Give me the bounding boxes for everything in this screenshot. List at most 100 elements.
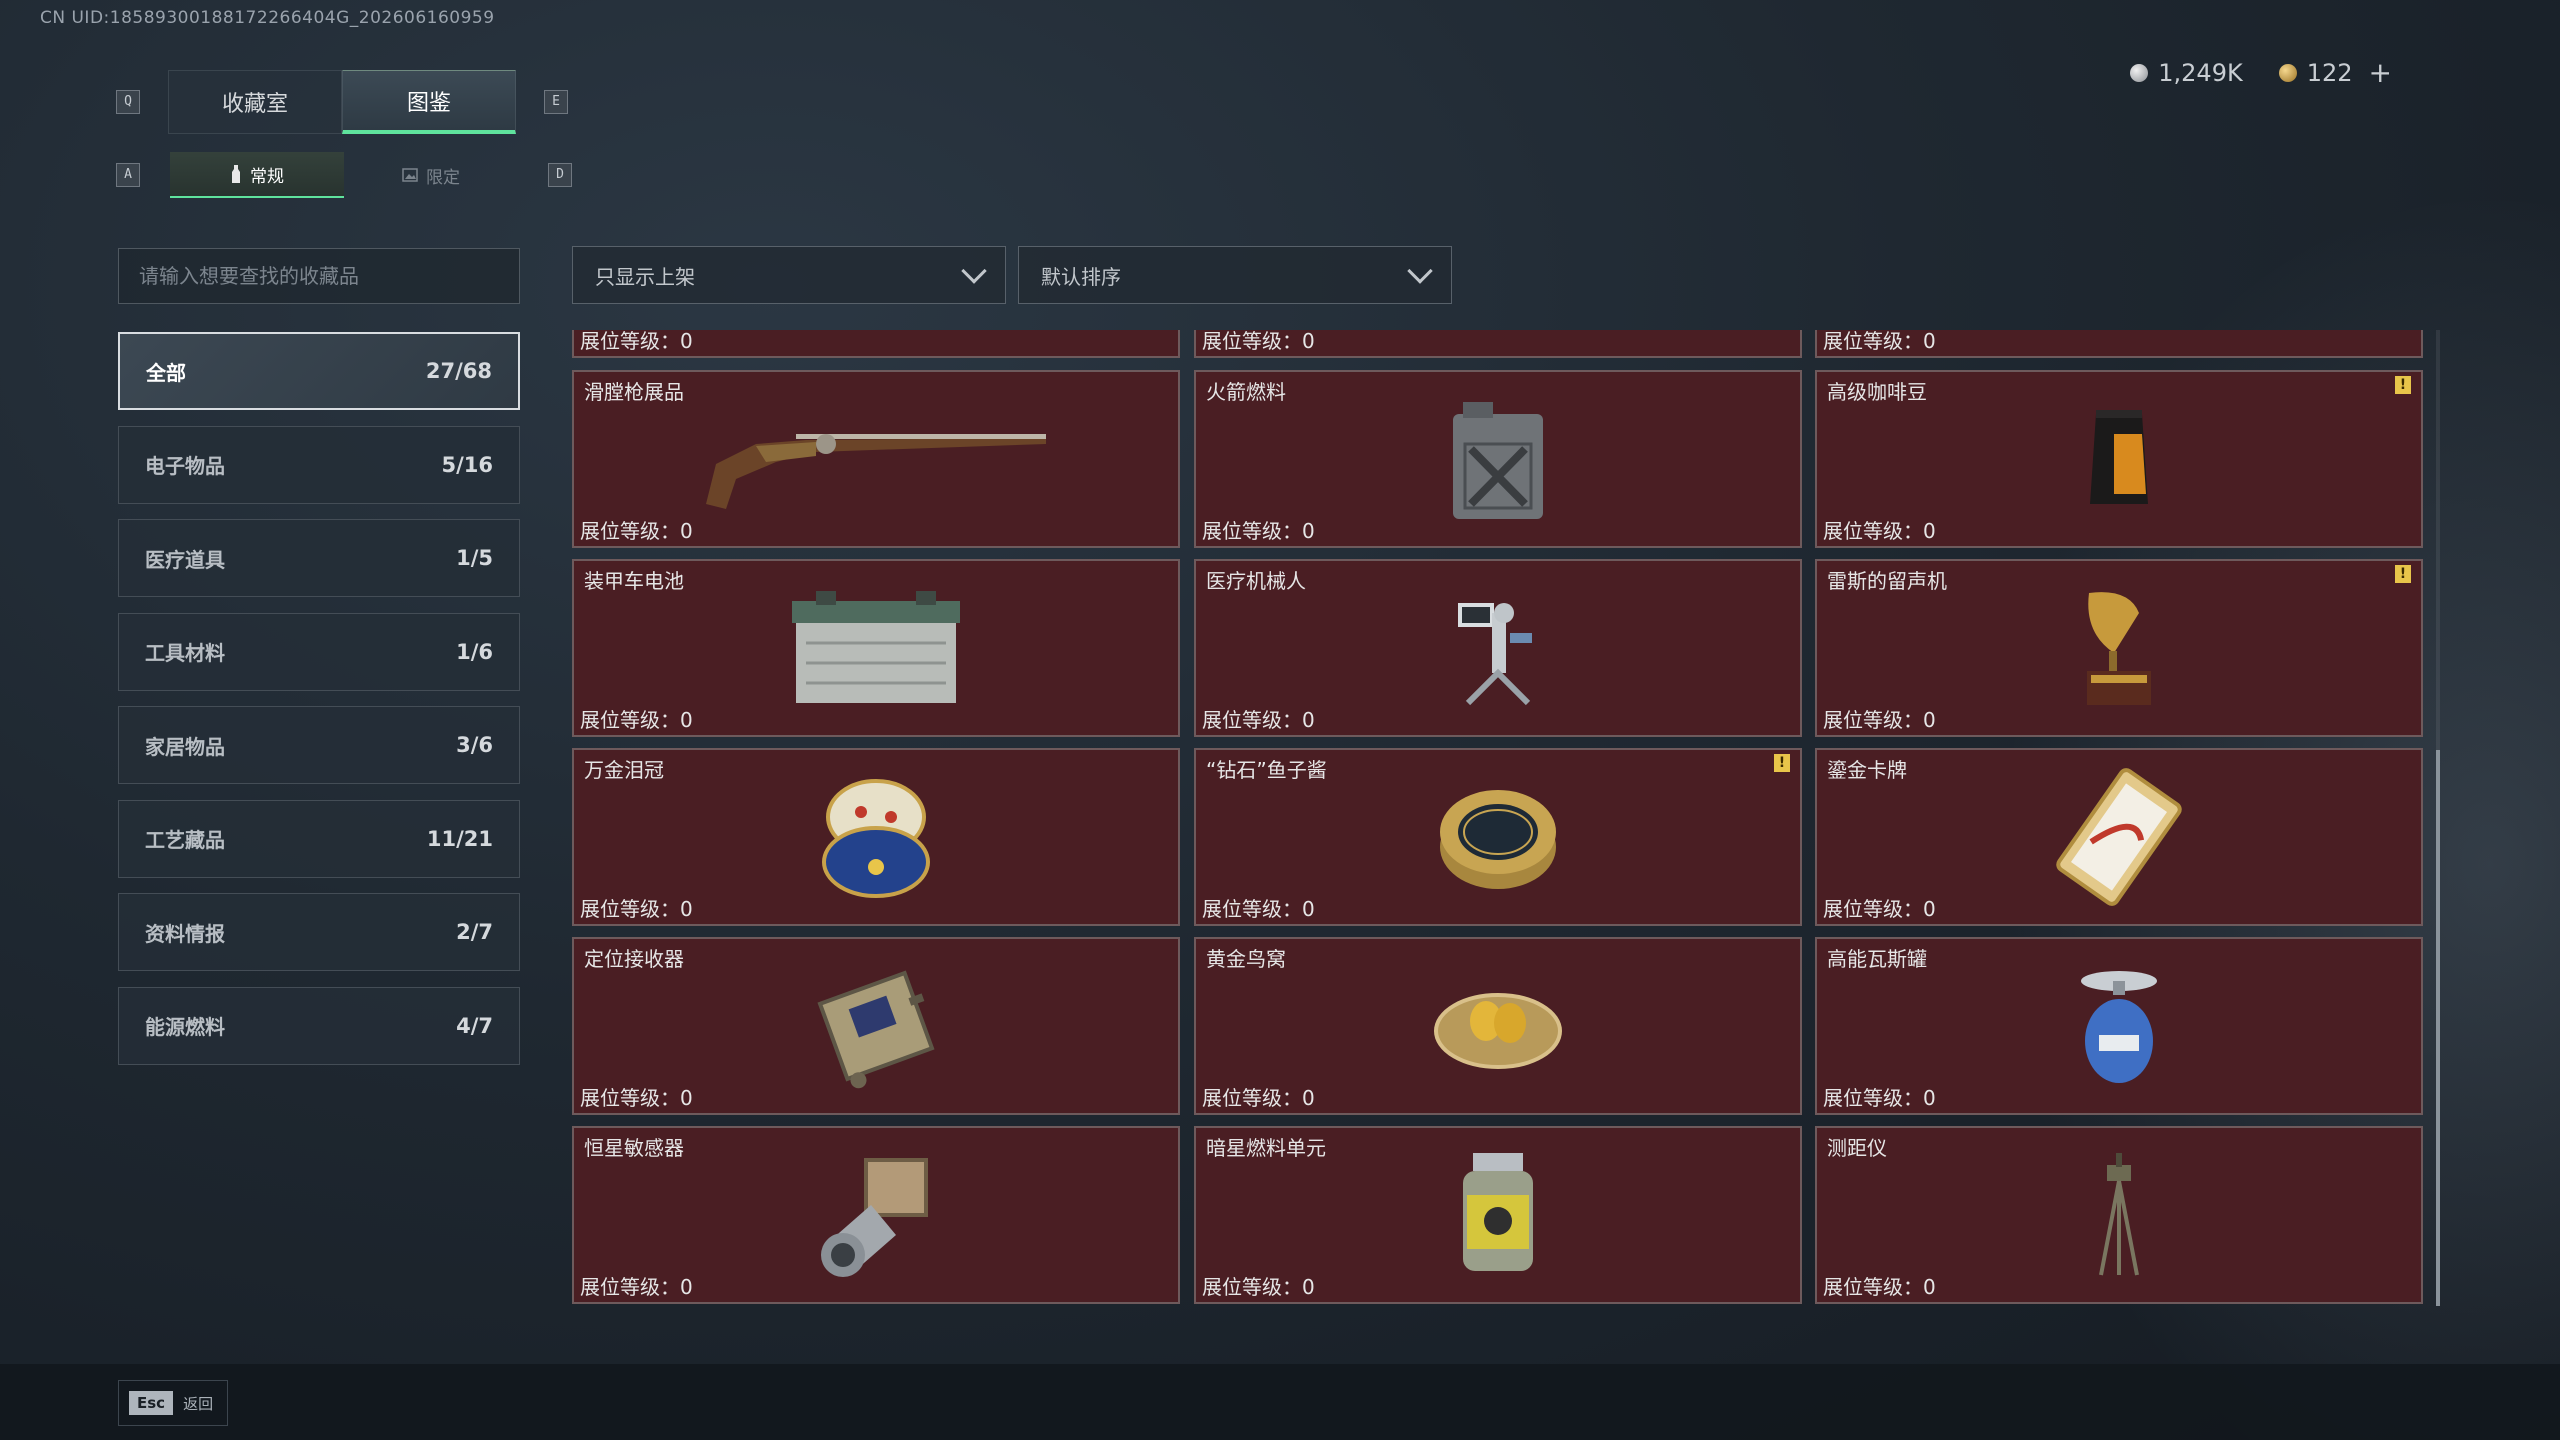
card-level: 展位等级：0 — [580, 330, 693, 353]
collection-card-partial[interactable]: 展位等级：0 — [1194, 330, 1802, 358]
category-energy[interactable]: 能源燃料 4/7 — [118, 986, 520, 1065]
rangefinder-icon — [2099, 1153, 2139, 1276]
card-level: 展位等级：0 — [1202, 519, 1315, 543]
category-count: 11/21 — [426, 826, 493, 851]
category-electronics[interactable]: 电子物品 5/16 — [118, 425, 520, 504]
gramophone-icon — [2087, 592, 2151, 705]
esc-key-hint: Esc — [129, 1391, 174, 1415]
category-label: 全部 — [146, 360, 186, 385]
category-count: 27/68 — [425, 359, 492, 383]
category-crafts[interactable]: 工艺藏品 11/21 — [118, 799, 520, 878]
card-level: 展位等级：0 — [580, 1275, 693, 1299]
card-name: 鎏金卡牌 — [1827, 758, 1907, 782]
card-level: 展位等级：0 — [1823, 897, 1936, 921]
add-currency-button[interactable]: + — [2369, 56, 2392, 89]
collection-card[interactable]: 滑膛枪展品 展位等级：0 — [572, 370, 1180, 548]
card-name: 装甲车电池 — [584, 569, 684, 593]
collection-card[interactable]: 装甲车电池 展位等级：0 — [572, 559, 1180, 737]
category-list: 全部 27/68 电子物品 5/16 医疗道具 1/5 工具材料 1/6 家居物… — [118, 332, 520, 1080]
card-name: 暗星燃料单元 — [1206, 1136, 1326, 1160]
gold-currency[interactable]: 122 + — [2278, 56, 2392, 89]
card-name: 高能瓦斯罐 — [1827, 947, 1927, 971]
golden-nest-icon — [1434, 993, 1562, 1069]
card-level: 展位等级：0 — [1823, 519, 1936, 543]
category-count: 4/7 — [456, 1013, 493, 1038]
category-count: 3/6 — [456, 733, 493, 757]
subtab-regular[interactable]: 常规 — [170, 152, 344, 198]
card-name: 定位接收器 — [584, 947, 684, 971]
category-label: 医疗道具 — [145, 547, 225, 572]
collection-card[interactable]: 雷斯的留声机 ! 展位等级：0 — [1815, 559, 2423, 737]
gold-card-icon — [2056, 768, 2182, 906]
card-name: 万金泪冠 — [584, 758, 664, 782]
collection-card[interactable]: 恒星敏感器 展位等级：0 — [572, 1126, 1180, 1304]
collection-card[interactable]: 万金泪冠 展位等级：0 — [572, 748, 1180, 926]
image-icon — [402, 168, 418, 182]
search-input[interactable] — [118, 248, 520, 304]
back-label: 返回 — [183, 1394, 214, 1413]
collection-card[interactable]: 高能瓦斯罐 展位等级：0 — [1815, 937, 2423, 1115]
card-level: 展位等级：0 — [1202, 330, 1315, 353]
currency-bar: 1,249K 122 + — [2130, 56, 2392, 89]
collection-card[interactable]: 高级咖啡豆 ! 展位等级：0 — [1815, 370, 2423, 548]
collection-card-partial[interactable]: 展位等级：0 — [1815, 330, 2423, 358]
category-medical[interactable]: 医疗道具 1/5 — [118, 519, 520, 597]
collection-card[interactable]: 定位接收器 展位等级：0 — [572, 937, 1180, 1115]
card-level: 展位等级：0 — [580, 897, 693, 921]
card-name: 黄金鸟窝 — [1206, 947, 1286, 971]
medical-robot-icon — [1458, 603, 1532, 706]
collection-card[interactable]: 火箭燃料 展位等级：0 — [1194, 370, 1802, 548]
coffee-bag-icon — [2090, 410, 2148, 504]
jeweled-egg-icon — [822, 779, 930, 898]
category-label: 家居物品 — [145, 734, 225, 759]
tab-codex[interactable]: 图鉴 — [342, 70, 516, 134]
category-tools[interactable]: 工具材料 1/6 — [118, 612, 520, 691]
card-name: 滑膛枪展品 — [584, 380, 684, 404]
card-level: 展位等级：0 — [1823, 708, 1936, 732]
collection-card[interactable]: 黄金鸟窝 展位等级：0 — [1194, 937, 1802, 1115]
tab-collection-room[interactable]: 收藏室 — [168, 70, 342, 134]
subtab-limited[interactable]: 限定 — [344, 152, 518, 198]
gold-coin-icon — [2278, 63, 2297, 82]
subtab-regular-label: 常规 — [250, 166, 284, 187]
musket-icon — [706, 434, 1046, 509]
card-name: 医疗机械人 — [1206, 569, 1306, 593]
silver-coin-icon — [2130, 63, 2149, 82]
key-hint-next-tab: E — [544, 90, 568, 114]
uid-watermark: CN UID:18589300188172266404G_20260616095… — [40, 8, 495, 28]
collection-card[interactable]: 暗星燃料单元 展位等级：0 — [1194, 1126, 1802, 1304]
gold-amount: 122 — [2306, 58, 2353, 87]
silver-currency: 1,249K — [2130, 59, 2243, 87]
collection-grid: 展位等级：0 展位等级：0 展位等级：0 滑膛枪展品 展位等级：0 火箭燃料 展… — [572, 330, 2426, 1306]
category-intel[interactable]: 资料情报 2/7 — [118, 893, 520, 971]
category-label: 工艺藏品 — [145, 828, 225, 852]
back-button[interactable]: Esc 返回 — [118, 1380, 228, 1426]
card-level: 展位等级：0 — [580, 708, 693, 732]
shelf-filter-value: 只显示上架 — [595, 264, 695, 289]
main-tabs: 收藏室 图鉴 — [168, 70, 516, 134]
card-name: 雷斯的留声机 — [1827, 569, 1947, 593]
category-household[interactable]: 家居物品 3/6 — [118, 706, 520, 784]
card-name: 测距仪 — [1827, 1136, 1887, 1160]
shelf-filter-dropdown[interactable]: 只显示上架 — [572, 246, 1006, 304]
card-level: 展位等级：0 — [580, 519, 693, 543]
collection-card[interactable]: 鎏金卡牌 展位等级：0 — [1815, 748, 2423, 926]
category-label: 资料情报 — [145, 921, 225, 946]
collection-card[interactable]: 医疗机械人 展位等级：0 — [1194, 559, 1802, 737]
sort-dropdown[interactable]: 默认排序 — [1018, 246, 1452, 304]
sort-value: 默认排序 — [1041, 264, 1121, 289]
collection-card[interactable]: “钻石”鱼子酱 ! 展位等级：0 — [1194, 748, 1802, 926]
collection-card[interactable]: 测距仪 展位等级：0 — [1815, 1126, 2423, 1304]
key-hint-next-sub: D — [548, 163, 572, 187]
scrollbar-thumb[interactable] — [2436, 750, 2440, 1306]
chevron-down-icon — [961, 258, 987, 284]
collection-card-partial[interactable]: 展位等级：0 — [572, 330, 1180, 358]
sub-tabs: 常规 限定 — [170, 152, 518, 198]
warning-icon: ! — [1774, 754, 1790, 772]
receiver-icon — [817, 970, 935, 1089]
battery-icon — [792, 591, 960, 703]
caviar-tin-icon — [1440, 790, 1556, 889]
category-count: 5/16 — [441, 452, 493, 477]
category-all[interactable]: 全部 27/68 — [118, 332, 520, 410]
card-name: “钻石”鱼子酱 — [1206, 758, 1327, 782]
